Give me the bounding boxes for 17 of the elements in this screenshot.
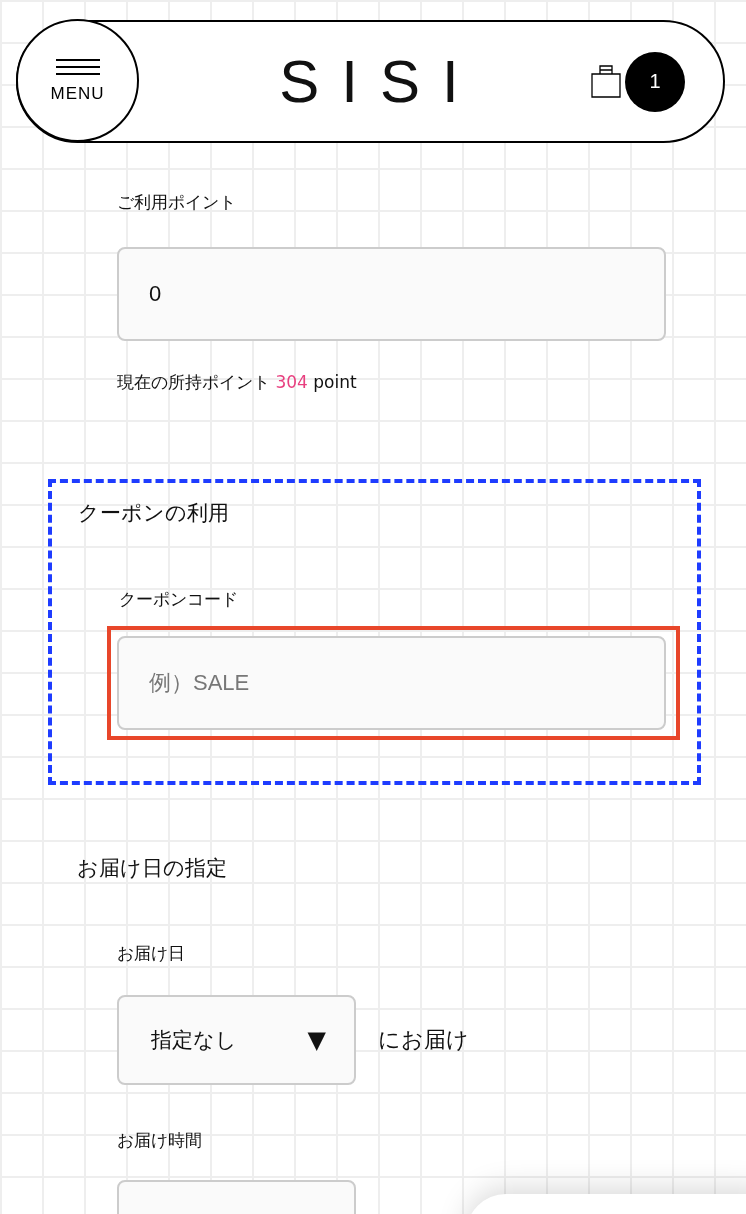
- logo[interactable]: SISI: [169, 47, 591, 116]
- menu-button[interactable]: MENU: [16, 19, 139, 142]
- menu-label: MENU: [50, 83, 105, 104]
- date-suffix-text: にお届け: [378, 1026, 469, 1054]
- points-balance-text: 現在の所持ポイント 304 point: [117, 371, 358, 394]
- coupon-code-input[interactable]: 例）SALE: [117, 636, 666, 730]
- cart-count-badge[interactable]: 1: [625, 51, 685, 112]
- field-label: お届け時間: [117, 1129, 203, 1152]
- date-select[interactable]: 指定なし ▼: [117, 995, 356, 1085]
- section-title: クーポンの利用: [78, 500, 230, 527]
- section-title: お届け日の指定: [77, 855, 228, 882]
- field-label: クーポンコード: [119, 588, 239, 611]
- field-label: ご利用ポイント: [117, 191, 237, 214]
- field-label: お届け日: [117, 942, 186, 965]
- points-input[interactable]: 0: [117, 247, 666, 341]
- menu-icon: [54, 57, 101, 76]
- shopping-bag-icon[interactable]: [591, 65, 621, 98]
